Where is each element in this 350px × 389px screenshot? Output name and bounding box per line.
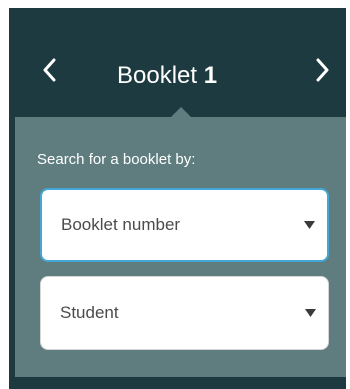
- next-booklet-button[interactable]: [309, 54, 337, 90]
- chevron-right-icon: [316, 58, 330, 87]
- caret-down-icon: [304, 190, 315, 260]
- booklet-header: Booklet 1: [9, 8, 346, 118]
- select-value: Student: [60, 303, 119, 322]
- panel-bottom: [9, 377, 346, 389]
- search-label: Search for a booklet by:: [37, 151, 196, 168]
- popover-caret: [171, 107, 191, 117]
- page-title: Booklet 1: [117, 62, 217, 90]
- select-value: Booklet number: [61, 215, 181, 234]
- chevron-left-icon: [42, 58, 56, 87]
- title-prefix: Booklet: [117, 62, 198, 89]
- left-edge: [0, 0, 9, 389]
- student-select[interactable]: Student: [40, 276, 329, 350]
- booklet-number: 1: [203, 62, 218, 89]
- right-edge: [346, 0, 350, 389]
- caret-down-icon: [305, 277, 316, 349]
- previous-booklet-button[interactable]: [35, 54, 63, 90]
- search-by-select[interactable]: Booklet number: [40, 188, 329, 262]
- top-edge: [0, 0, 350, 8]
